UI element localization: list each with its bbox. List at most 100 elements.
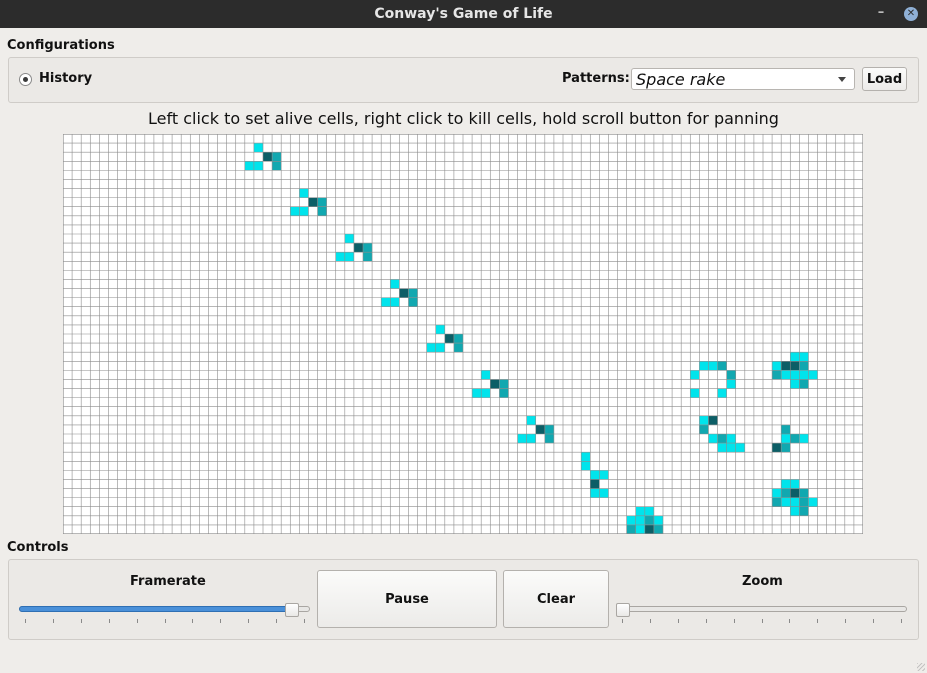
alive-cell[interactable] [726, 443, 736, 453]
alive-cell[interactable] [790, 506, 800, 516]
alive-cell[interactable] [790, 497, 800, 507]
alive-cell[interactable] [253, 161, 263, 171]
alive-cell[interactable] [590, 470, 600, 480]
alive-cell[interactable] [781, 424, 791, 434]
alive-cell[interactable] [781, 434, 791, 444]
alive-cell[interactable] [790, 488, 800, 498]
alive-cell[interactable] [808, 497, 818, 507]
alive-cell[interactable] [308, 197, 318, 207]
alive-cell[interactable] [781, 497, 791, 507]
alive-cell[interactable] [499, 388, 509, 398]
alive-cell[interactable] [490, 379, 500, 389]
alive-cell[interactable] [799, 497, 809, 507]
alive-cell[interactable] [781, 361, 791, 371]
alive-cell[interactable] [717, 434, 727, 444]
alive-cell[interactable] [626, 524, 636, 534]
alive-cell[interactable] [726, 434, 736, 444]
alive-cell[interactable] [644, 515, 654, 525]
alive-cell[interactable] [699, 361, 709, 371]
alive-cell[interactable] [653, 515, 663, 525]
alive-cell[interactable] [499, 379, 509, 389]
alive-cell[interactable] [790, 361, 800, 371]
alive-cell[interactable] [426, 343, 436, 353]
alive-cell[interactable] [363, 252, 373, 262]
alive-cell[interactable] [317, 197, 327, 207]
alive-cell[interactable] [790, 434, 800, 444]
alive-cell[interactable] [790, 370, 800, 380]
alive-cell[interactable] [390, 279, 400, 289]
alive-cell[interactable] [635, 524, 645, 534]
alive-cell[interactable] [781, 443, 791, 453]
minimize-icon[interactable]: – [875, 6, 887, 20]
load-button[interactable]: Load [862, 67, 907, 91]
alive-cell[interactable] [772, 443, 782, 453]
zoom-slider[interactable] [616, 603, 907, 619]
alive-cell[interactable] [635, 506, 645, 516]
alive-cell[interactable] [772, 370, 782, 380]
alive-cell[interactable] [344, 252, 354, 262]
alive-cell[interactable] [435, 324, 445, 334]
alive-cell[interactable] [363, 243, 373, 253]
alive-cell[interactable] [535, 424, 545, 434]
pause-button[interactable]: Pause [317, 570, 497, 628]
patterns-dropdown[interactable]: Space rake [631, 68, 855, 90]
alive-cell[interactable] [353, 243, 363, 253]
alive-cell[interactable] [408, 288, 418, 298]
resize-grip-icon[interactable] [917, 663, 925, 671]
alive-cell[interactable] [690, 370, 700, 380]
alive-cell[interactable] [599, 488, 609, 498]
zoom-handle[interactable] [616, 603, 630, 617]
alive-cell[interactable] [517, 434, 527, 444]
alive-cell[interactable] [599, 470, 609, 480]
alive-cell[interactable] [799, 379, 809, 389]
alive-cell[interactable] [808, 370, 818, 380]
alive-cell[interactable] [781, 488, 791, 498]
alive-cell[interactable] [526, 434, 536, 444]
alive-cell[interactable] [644, 524, 654, 534]
alive-cell[interactable] [781, 479, 791, 489]
alive-cell[interactable] [272, 152, 282, 162]
alive-cell[interactable] [699, 424, 709, 434]
alive-cell[interactable] [335, 252, 345, 262]
alive-cell[interactable] [708, 415, 718, 425]
alive-cell[interactable] [590, 488, 600, 498]
framerate-slider[interactable] [19, 603, 310, 619]
alive-cell[interactable] [253, 143, 263, 153]
alive-cell[interactable] [317, 206, 327, 216]
alive-cell[interactable] [435, 343, 445, 353]
alive-cell[interactable] [381, 297, 391, 307]
alive-cell[interactable] [781, 370, 791, 380]
alive-cell[interactable] [272, 161, 282, 171]
alive-cell[interactable] [635, 515, 645, 525]
alive-cell[interactable] [799, 361, 809, 371]
alive-cell[interactable] [772, 488, 782, 498]
alive-cell[interactable] [299, 188, 309, 198]
alive-cell[interactable] [717, 443, 727, 453]
history-radio[interactable] [19, 73, 32, 86]
alive-cell[interactable] [581, 461, 591, 471]
alive-cell[interactable] [544, 434, 554, 444]
alive-cell[interactable] [717, 361, 727, 371]
alive-cell[interactable] [263, 152, 273, 162]
window-titlebar[interactable]: Conway's Game of Life – ✕ [0, 0, 927, 28]
alive-cell[interactable] [726, 379, 736, 389]
alive-cell[interactable] [790, 379, 800, 389]
alive-cell[interactable] [390, 297, 400, 307]
framerate-handle[interactable] [285, 603, 299, 617]
alive-cell[interactable] [544, 424, 554, 434]
alive-cell[interactable] [799, 352, 809, 362]
alive-cell[interactable] [790, 352, 800, 362]
alive-cell[interactable] [726, 370, 736, 380]
close-icon[interactable]: ✕ [904, 7, 918, 21]
alive-cell[interactable] [481, 370, 491, 380]
alive-cell[interactable] [644, 506, 654, 516]
alive-cell[interactable] [799, 488, 809, 498]
alive-cell[interactable] [444, 334, 454, 344]
alive-cell[interactable] [653, 524, 663, 534]
alive-cell[interactable] [799, 506, 809, 516]
alive-cell[interactable] [799, 434, 809, 444]
alive-cell[interactable] [244, 161, 254, 171]
alive-cell[interactable] [790, 479, 800, 489]
alive-cell[interactable] [735, 443, 745, 453]
alive-cell[interactable] [699, 415, 709, 425]
